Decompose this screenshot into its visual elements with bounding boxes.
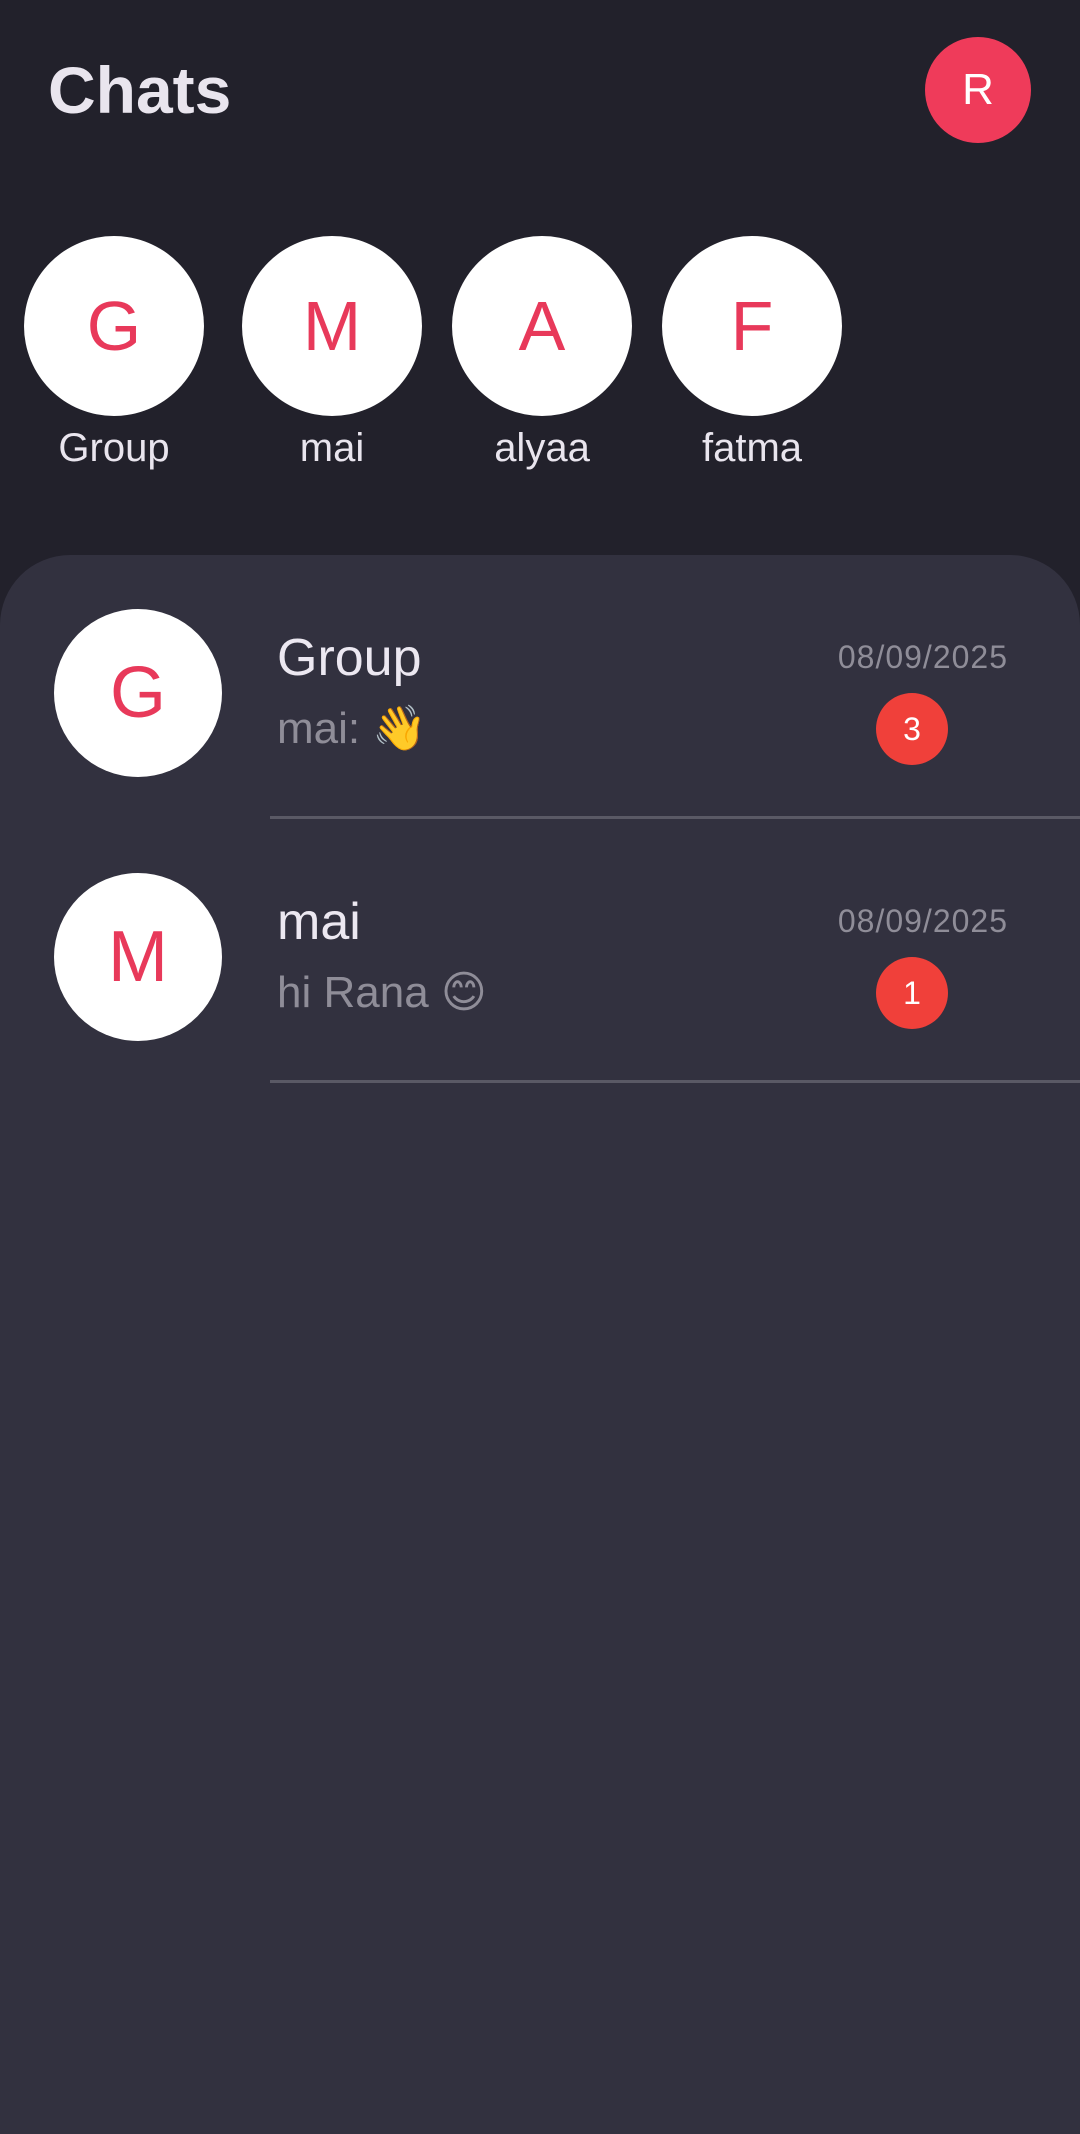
stories-row: G Group M mai A alyaa F fatma <box>0 236 1080 476</box>
story-label: fatma <box>701 426 803 470</box>
chat-last-message: mai: 👋 <box>277 704 428 753</box>
chat-row-mai[interactable]: M mai hi Rana 😊 08/09/2025 1 <box>0 819 1080 1083</box>
chat-row-group[interactable]: G Group mai: 👋 08/09/2025 3 <box>0 555 1080 819</box>
chat-date: 08/09/2025 <box>837 903 1008 939</box>
story-label: mai <box>299 426 365 470</box>
story-group[interactable]: G Group <box>14 236 214 476</box>
unread-badge: 3 <box>876 693 948 765</box>
story-avatar: G <box>24 236 204 416</box>
chat-avatar: G <box>54 609 222 777</box>
story-avatar: F <box>662 236 842 416</box>
story-fatma[interactable]: F fatma <box>652 236 852 476</box>
header: Chats R <box>0 0 1080 180</box>
divider <box>270 1080 1080 1083</box>
story-label: alyaa <box>494 426 590 470</box>
story-avatar: M <box>242 236 422 416</box>
story-avatar: A <box>452 236 632 416</box>
chat-list: G Group mai: 👋 08/09/2025 3 M mai hi Ran… <box>0 555 1080 2134</box>
chat-avatar: M <box>54 873 222 1041</box>
chats-screen: Chats R G Group M mai A alyaa F fatma G … <box>0 0 1080 2134</box>
chat-name: mai <box>277 893 361 951</box>
profile-avatar-button[interactable]: R <box>925 37 1031 143</box>
chat-last-message: hi Rana 😊 <box>277 968 487 1017</box>
story-mai[interactable]: M mai <box>232 236 432 476</box>
page-title: Chats <box>48 53 232 127</box>
story-label: Group <box>58 426 170 470</box>
chat-name: Group <box>277 629 422 687</box>
unread-badge: 1 <box>876 957 948 1029</box>
story-alyaa[interactable]: A alyaa <box>442 236 642 476</box>
chat-date: 08/09/2025 <box>837 639 1008 675</box>
